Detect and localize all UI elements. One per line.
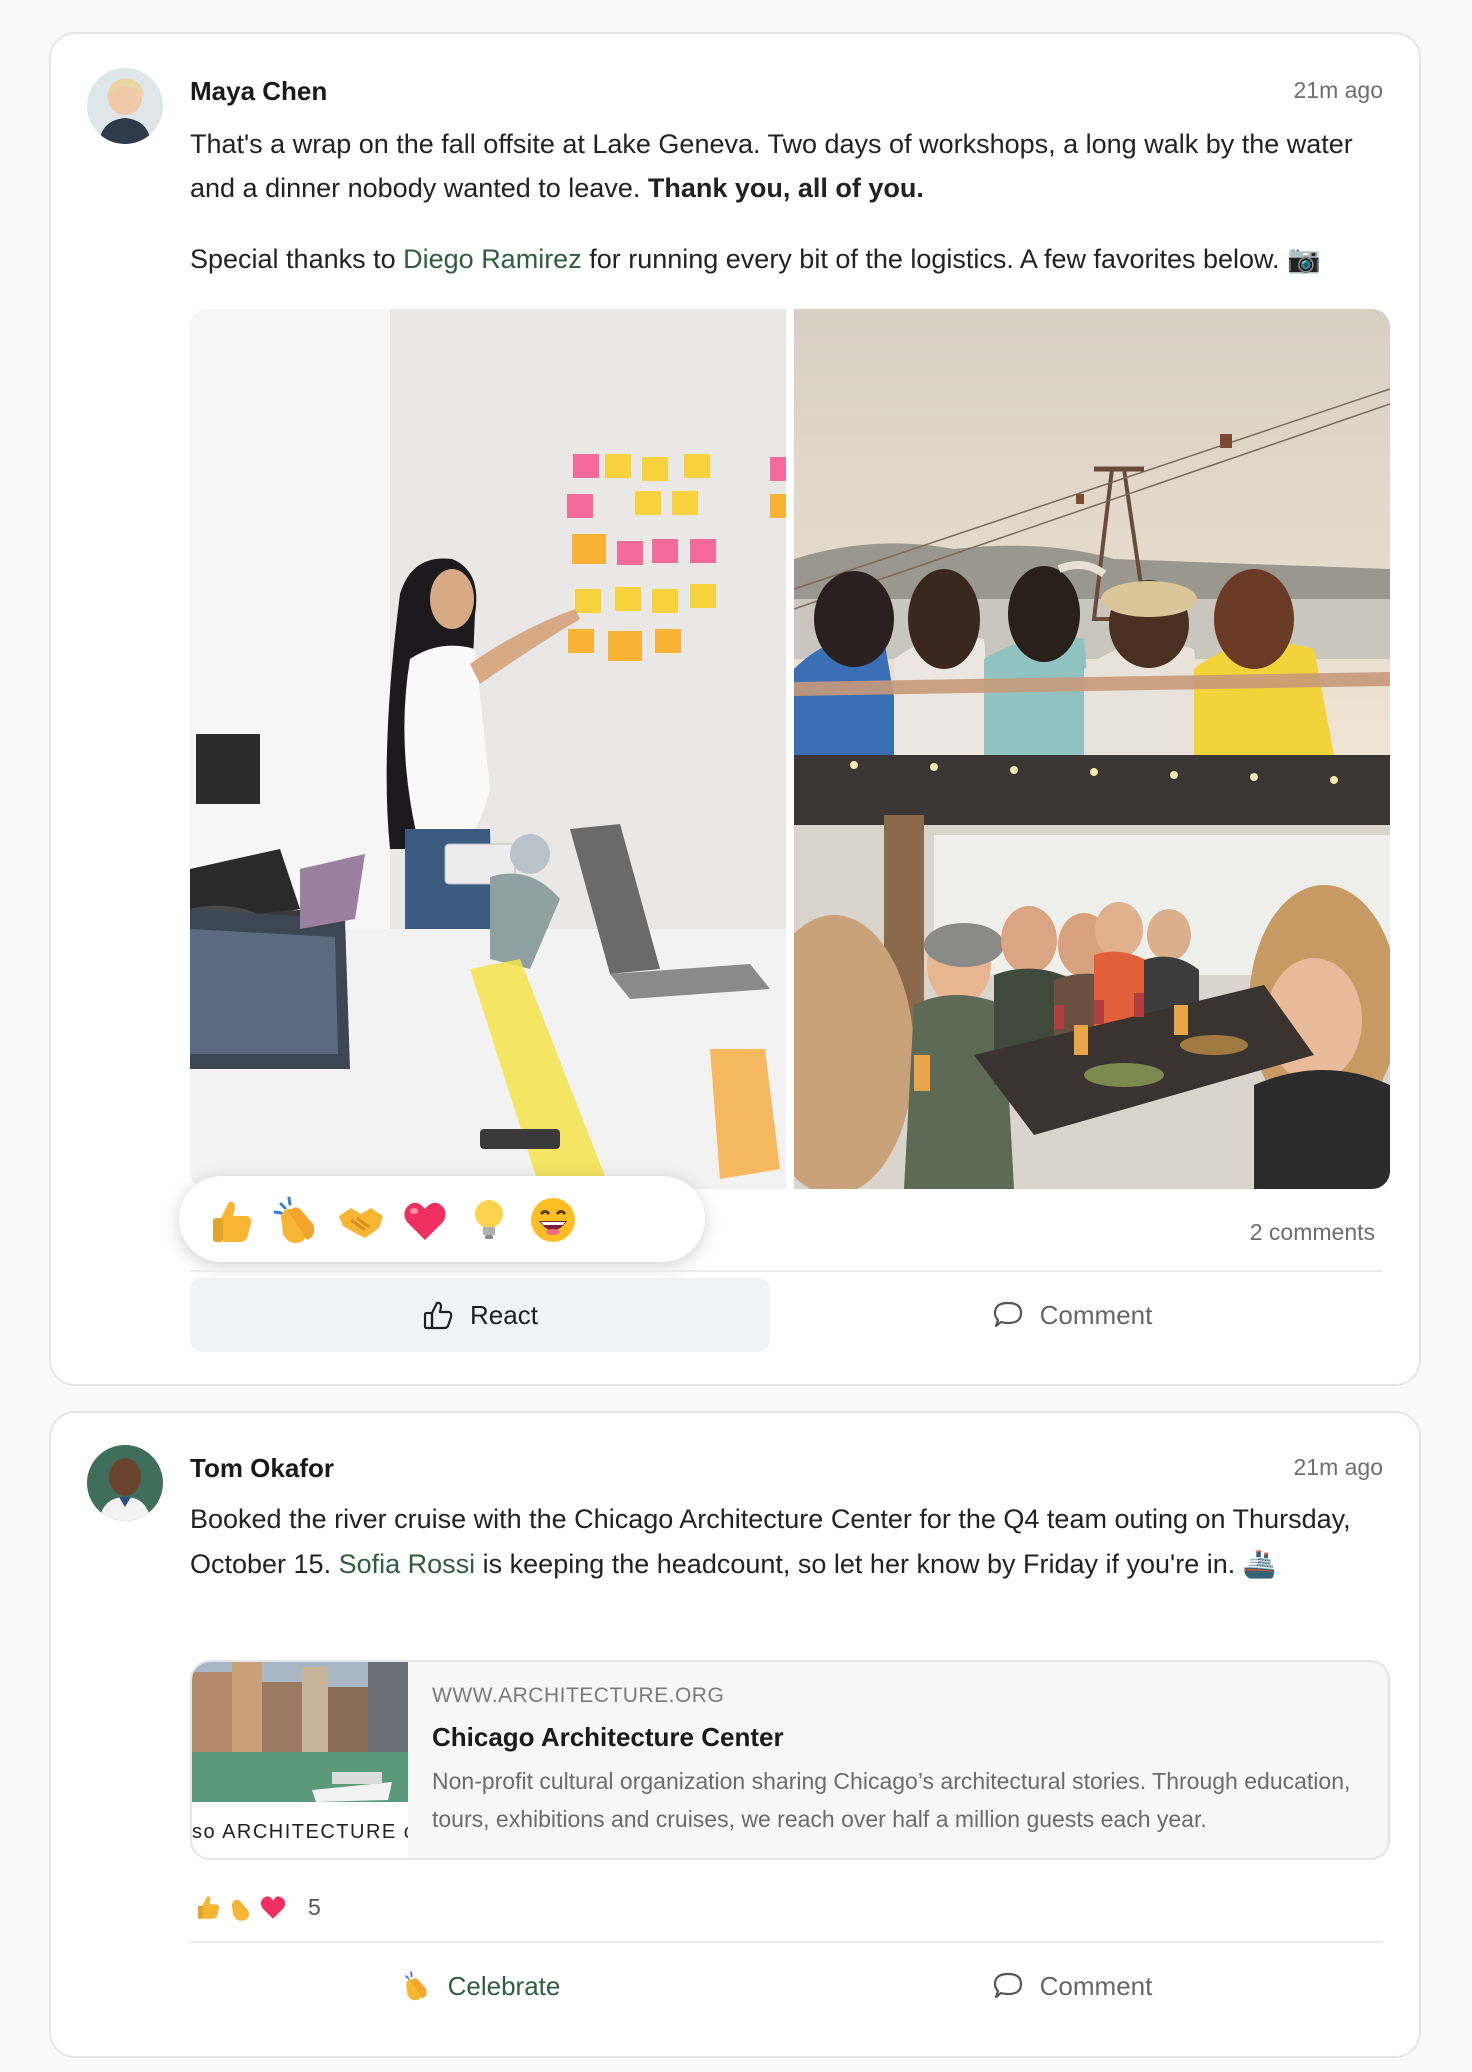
react-label: React — [470, 1299, 538, 1330]
post-body: That's a wrap on the fall offsite at Lak… — [190, 122, 1383, 210]
link-thumbnail: so ARCHITECTURE c — [192, 1662, 408, 1858]
link-domain: WWW.ARCHITECTURE.ORG — [432, 1684, 725, 1707]
celebrate-label: Celebrate — [447, 1970, 561, 2001]
handshake-emoji-icon[interactable] — [335, 1194, 387, 1246]
post-card: Maya Chen 21m ago That's a wrap on the f… — [49, 32, 1421, 1386]
comment-button[interactable]: Comment — [782, 1949, 1362, 2023]
author-avatar[interactable] — [87, 68, 163, 144]
lakeside-photo[interactable] — [794, 309, 1390, 755]
heart-emoji-icon[interactable] — [399, 1194, 451, 1246]
post-text: for running every bit of the logistics. … — [581, 244, 1321, 274]
comment-button[interactable]: Comment — [782, 1278, 1362, 1352]
react-button[interactable]: React — [190, 1278, 770, 1352]
post-timestamp: 21m ago — [1293, 1454, 1383, 1480]
author-name[interactable]: Tom Okafor — [190, 1453, 334, 1484]
photo-grid — [190, 309, 1390, 1189]
link-title: Chicago Architecture Center — [432, 1722, 784, 1752]
divider — [190, 1941, 1383, 1943]
link-description: Non-profit cultural organization sharing… — [432, 1768, 1351, 1832]
reaction-summary[interactable]: 5 — [190, 1887, 321, 1927]
thumb-logo-text: so ARCHITECTURE c — [192, 1821, 408, 1843]
mention-link[interactable]: Sofia Rossi — [339, 1549, 476, 1579]
author-avatar[interactable] — [87, 1445, 163, 1521]
comment-label: Comment — [1039, 1970, 1153, 2001]
comment-bubble-icon — [993, 1972, 1022, 1999]
heart-emoji-icon — [254, 1888, 292, 1926]
reaction-count: 5 — [308, 1893, 321, 1920]
light-bulb-emoji-icon[interactable] — [463, 1194, 515, 1246]
mention-link[interactable]: Diego Ramirez — [403, 244, 582, 274]
comment-label: Comment — [1039, 1299, 1153, 1330]
comment-bubble-icon — [993, 1301, 1022, 1328]
workshop-photo[interactable] — [190, 309, 786, 1189]
link-preview-card[interactable]: so ARCHITECTURE c WWW.ARCHITECTURE.ORG C… — [190, 1660, 1390, 1860]
clapping-hands-icon — [404, 1971, 427, 2001]
author-name[interactable]: Maya Chen — [190, 76, 327, 107]
reaction-picker — [179, 1176, 705, 1262]
thumbs-up-emoji-icon[interactable] — [207, 1194, 259, 1246]
post-text: Special thanks to — [190, 244, 404, 274]
dinner-photo[interactable] — [794, 755, 1390, 1189]
post-text-bold: Thank you, all of you. — [647, 173, 924, 203]
post-card: Tom Okafor 21m ago Booked the river crui… — [49, 1411, 1421, 2058]
thumbs-up-icon — [423, 1301, 453, 1330]
post-text: is keeping the headcount, so let her kno… — [475, 1549, 1277, 1579]
post-body-2: Special thanks to Diego Ramirez for runn… — [190, 237, 1383, 281]
clapping-hands-emoji-icon[interactable] — [271, 1194, 323, 1246]
divider — [190, 1270, 1383, 1272]
post-body: Booked the river cruise with the Chicago… — [190, 1497, 1383, 1587]
celebrate-button[interactable]: Celebrate — [190, 1949, 770, 2023]
comments-count[interactable]: 2 comments — [1250, 1219, 1375, 1246]
grinning-face-emoji-icon[interactable] — [527, 1194, 579, 1246]
post-timestamp: 21m ago — [1293, 77, 1383, 103]
